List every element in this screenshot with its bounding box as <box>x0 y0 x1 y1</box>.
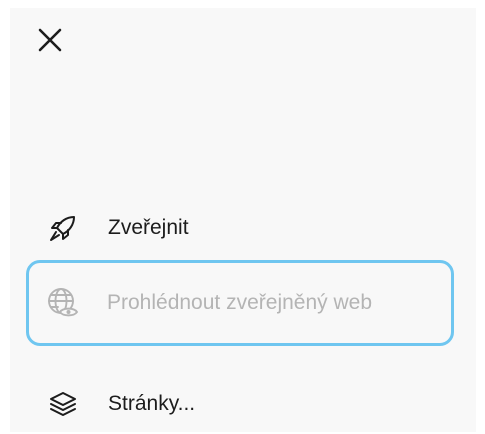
close-button[interactable] <box>32 22 68 58</box>
menu-item-preview-published-web[interactable]: Prohlédnout zveřejněný web <box>26 260 454 346</box>
menu-item-publish[interactable]: Zveřejnit <box>30 198 454 258</box>
rocket-icon <box>46 211 80 245</box>
close-icon <box>38 28 62 52</box>
side-menu-panel: Zveřejnit Prohlédnout zveřejněný web Str <box>10 8 476 432</box>
menu-item-label: Zveřejnit <box>108 216 189 239</box>
globe-eye-icon <box>46 286 80 320</box>
menu-item-label: Stránky... <box>108 392 196 415</box>
menu-item-label: Prohlédnout zveřejněný web <box>107 291 373 314</box>
menu-item-pages[interactable]: Stránky... <box>30 374 454 434</box>
layers-icon <box>46 387 80 421</box>
